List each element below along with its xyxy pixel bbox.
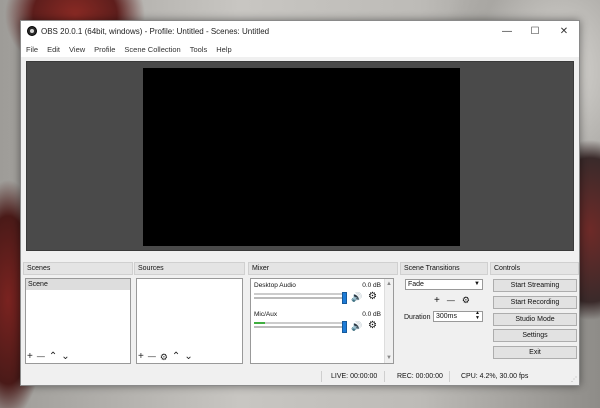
- duration-field[interactable]: 300ms ▲ ▼: [433, 311, 483, 322]
- resize-grip-icon[interactable]: ⋰: [571, 376, 577, 383]
- speaker-icon[interactable]: 🔊: [351, 292, 362, 303]
- gear-icon[interactable]: ⚙: [368, 320, 377, 331]
- remove-transition-button[interactable]: —: [447, 296, 455, 306]
- exit-button[interactable]: Exit: [493, 346, 577, 359]
- studio-mode-button[interactable]: Studio Mode: [493, 313, 577, 326]
- spinner-icon[interactable]: ▲ ▼: [475, 311, 480, 321]
- source-properties-gear-icon[interactable]: ⚙: [160, 352, 168, 362]
- obs-logo-icon: [27, 26, 37, 36]
- mixer-panel: Desktop Audio 0.0 dB 🔊 ⚙ Mic/Aux 0.0 dB …: [250, 278, 394, 364]
- channel-db: 0.0 dB: [362, 311, 381, 318]
- status-bar: LIVE: 00:00:00 REC: 00:00:00 CPU: 4.2%, …: [21, 368, 579, 385]
- preview-area: [26, 61, 574, 251]
- preview-canvas[interactable]: [143, 68, 460, 246]
- close-button[interactable]: ✕: [550, 21, 578, 42]
- scroll-up-icon[interactable]: ▲: [386, 281, 392, 287]
- transition-select[interactable]: Fade ▼: [405, 279, 483, 290]
- transition-selected: Fade: [408, 281, 424, 288]
- menu-scene-collection[interactable]: Scene Collection: [124, 45, 180, 54]
- controls-header: Controls: [490, 262, 579, 275]
- volume-meter: [254, 322, 346, 324]
- live-status: LIVE: 00:00:00: [331, 373, 378, 380]
- remove-source-button[interactable]: —: [148, 352, 156, 362]
- channel-name: Desktop Audio: [254, 282, 296, 289]
- volume-meter: [254, 293, 346, 295]
- start-streaming-button[interactable]: Start Streaming: [493, 279, 577, 292]
- transitions-header: Scene Transitions: [400, 262, 488, 275]
- gear-icon[interactable]: ⚙: [368, 291, 377, 302]
- obs-window: OBS 20.0.1 (64bit, windows) - Profile: U…: [20, 20, 580, 386]
- minimize-button[interactable]: —: [493, 21, 521, 42]
- move-source-up-button[interactable]: ⌃: [172, 352, 180, 362]
- maximize-button[interactable]: ☐: [521, 21, 549, 42]
- menu-help[interactable]: Help: [216, 45, 231, 54]
- mixer-scrollbar[interactable]: ▲ ▼: [384, 279, 393, 363]
- status-divider: [384, 371, 385, 382]
- sources-dock: Sources + — ⚙ ⌃ ⌄: [134, 262, 245, 366]
- add-source-button[interactable]: +: [138, 352, 144, 362]
- duration-value: 300ms: [436, 313, 458, 320]
- duration-label: Duration: [404, 314, 431, 321]
- transition-toolbar: + — ⚙: [434, 295, 477, 306]
- controls-dock: Controls Start Streaming Start Recording…: [490, 262, 579, 366]
- menu-bar: File Edit View Profile Scene Collection …: [21, 42, 579, 57]
- channel-db: 0.0 dB: [362, 282, 381, 289]
- sources-header: Sources: [134, 262, 245, 275]
- scene-item[interactable]: Scene: [26, 279, 130, 290]
- volume-slider[interactable]: [254, 321, 347, 333]
- settings-button[interactable]: Settings: [493, 329, 577, 342]
- move-scene-down-button[interactable]: ⌄: [61, 352, 69, 362]
- mixer-dock: Mixer Desktop Audio 0.0 dB 🔊 ⚙ Mic/Aux 0…: [248, 262, 398, 366]
- volume-slider-handle[interactable]: [342, 321, 347, 333]
- add-transition-button[interactable]: +: [434, 295, 440, 306]
- transition-gear-icon[interactable]: ⚙: [462, 295, 470, 306]
- rec-status: REC: 00:00:00: [397, 373, 443, 380]
- status-divider: [321, 371, 322, 382]
- speaker-icon[interactable]: 🔊: [351, 321, 362, 332]
- menu-profile[interactable]: Profile: [94, 45, 115, 54]
- add-scene-button[interactable]: +: [27, 352, 33, 362]
- title-bar: OBS 20.0.1 (64bit, windows) - Profile: U…: [21, 21, 579, 42]
- volume-slider[interactable]: [254, 292, 347, 304]
- chevron-down-icon: ▼: [474, 281, 480, 287]
- status-divider: [449, 371, 450, 382]
- cpu-status: CPU: 4.2%, 30.00 fps: [461, 373, 529, 380]
- menu-file[interactable]: File: [26, 45, 38, 54]
- sources-toolbar: + — ⚙ ⌃ ⌄: [138, 352, 197, 363]
- scenes-toolbar: + — ⌃ ⌄: [27, 352, 74, 362]
- start-recording-button[interactable]: Start Recording: [493, 296, 577, 309]
- scenes-header: Scenes: [23, 262, 133, 275]
- menu-edit[interactable]: Edit: [47, 45, 60, 54]
- move-source-down-button[interactable]: ⌄: [184, 352, 192, 362]
- channel-name: Mic/Aux: [254, 311, 278, 318]
- scroll-down-icon[interactable]: ▼: [386, 355, 392, 361]
- mixer-header: Mixer: [248, 262, 398, 275]
- window-title: OBS 20.0.1 (64bit, windows) - Profile: U…: [41, 27, 270, 36]
- volume-slider-handle[interactable]: [342, 292, 347, 304]
- remove-scene-button[interactable]: —: [37, 352, 45, 362]
- menu-view[interactable]: View: [69, 45, 85, 54]
- menu-tools[interactable]: Tools: [190, 45, 208, 54]
- scenes-dock: Scenes Scene + — ⌃ ⌄: [23, 262, 133, 366]
- move-scene-up-button[interactable]: ⌃: [49, 352, 57, 362]
- scene-transitions-dock: Scene Transitions Fade ▼ + — ⚙ Duration …: [400, 262, 488, 366]
